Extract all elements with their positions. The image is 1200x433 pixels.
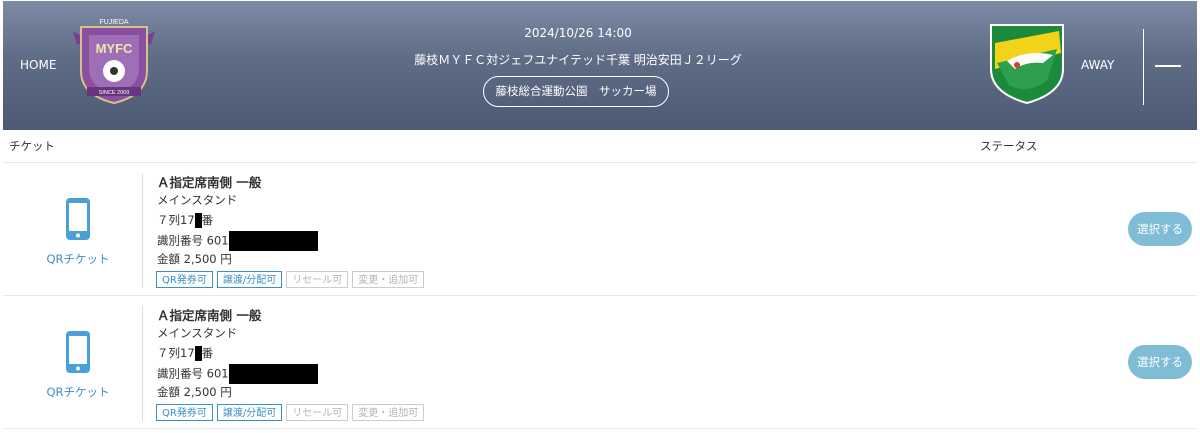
tag-resale: リセール可 [286, 271, 349, 288]
qr-ticket-label: QRチケット [46, 252, 110, 266]
tag-qr-issue: QR発券可 [156, 404, 213, 421]
ticket-price: 金額 2,500 円 [157, 385, 232, 399]
ticket-price: 金額 2,500 円 [157, 252, 232, 266]
ticket-seat: ７列17 番 [157, 212, 213, 228]
column-header-ticket: チケット [9, 139, 55, 153]
home-crest-since: SINCE 2009 [99, 90, 130, 96]
match-title: 藤枝ＭＹＦＣ対ジェフユナイテッド千葉 明治安田Ｊ２リーグ [414, 53, 742, 67]
redaction [194, 213, 202, 228]
tag-resale: リセール可 [286, 404, 349, 421]
seat-suffix: 番 [201, 213, 214, 227]
ticket-id: 識別番号 601 [157, 364, 318, 384]
ticket-row: QRチケット Ａ指定席南側 一般 メインスタンド ７列17 番 識別番号 601 … [3, 163, 1197, 296]
qr-ticket-label: QRチケット [46, 385, 110, 399]
seat-suffix: 番 [201, 346, 214, 360]
qr-ticket-icon-wrap [33, 330, 123, 378]
ticket-tags: QR発券可 譲渡/分配可 リセール可 変更・追加可 [156, 404, 425, 421]
select-button[interactable]: 選択する [1128, 212, 1192, 246]
tag-change: 変更・追加可 [352, 404, 425, 421]
row-divider [142, 173, 143, 288]
ticket-id: 識別番号 601 [157, 231, 318, 251]
tag-change: 変更・追加可 [352, 271, 425, 288]
divider [3, 428, 1197, 429]
ticket-name: Ａ指定席南側 一般 [157, 308, 262, 323]
select-button[interactable]: 選択する [1128, 345, 1192, 379]
column-header-status: ステータス [980, 139, 1038, 153]
venue-pill: 藤枝総合運動公園 サッカー場 [483, 76, 669, 107]
redaction [228, 364, 318, 384]
tag-transfer: 譲渡/分配可 [216, 404, 283, 421]
ticket-row: QRチケット Ａ指定席南側 一般 メインスタンド ７列17 番 識別番号 601 … [3, 296, 1197, 429]
tag-qr-issue: QR発券可 [156, 271, 213, 288]
ticket-id-prefix: 識別番号 601 [157, 366, 229, 381]
ticket-id-prefix: 識別番号 601 [157, 233, 229, 248]
ticket-area: メインスタンド [157, 193, 238, 207]
ticket-seat: ７列17 番 [157, 345, 213, 361]
row-divider [142, 306, 143, 421]
away-team-crest-icon [990, 24, 1064, 105]
redaction [194, 346, 202, 361]
seat-prefix: ７列17 [157, 213, 195, 227]
match-date: 2024/10/26 14:00 [524, 26, 632, 40]
away-label: AWAY [1081, 58, 1115, 72]
ticket-name: Ａ指定席南側 一般 [157, 175, 262, 190]
menu-icon[interactable] [1155, 65, 1181, 67]
header-divider [1143, 29, 1144, 105]
smartphone-icon [66, 331, 90, 373]
ticket-area: メインスタンド [157, 326, 238, 340]
redaction [228, 231, 318, 251]
match-header: HOME FUJIEDA MYFC SINCE 2009 2024/10/26 … [3, 1, 1197, 130]
ticket-tags: QR発券可 譲渡/分配可 リセール可 変更・追加可 [156, 271, 425, 288]
qr-ticket-icon-wrap [33, 197, 123, 245]
tag-transfer: 譲渡/分配可 [216, 271, 283, 288]
home-crest-name: FUJIEDA [99, 19, 129, 26]
smartphone-icon [66, 198, 90, 240]
seat-prefix: ７列17 [157, 346, 195, 360]
